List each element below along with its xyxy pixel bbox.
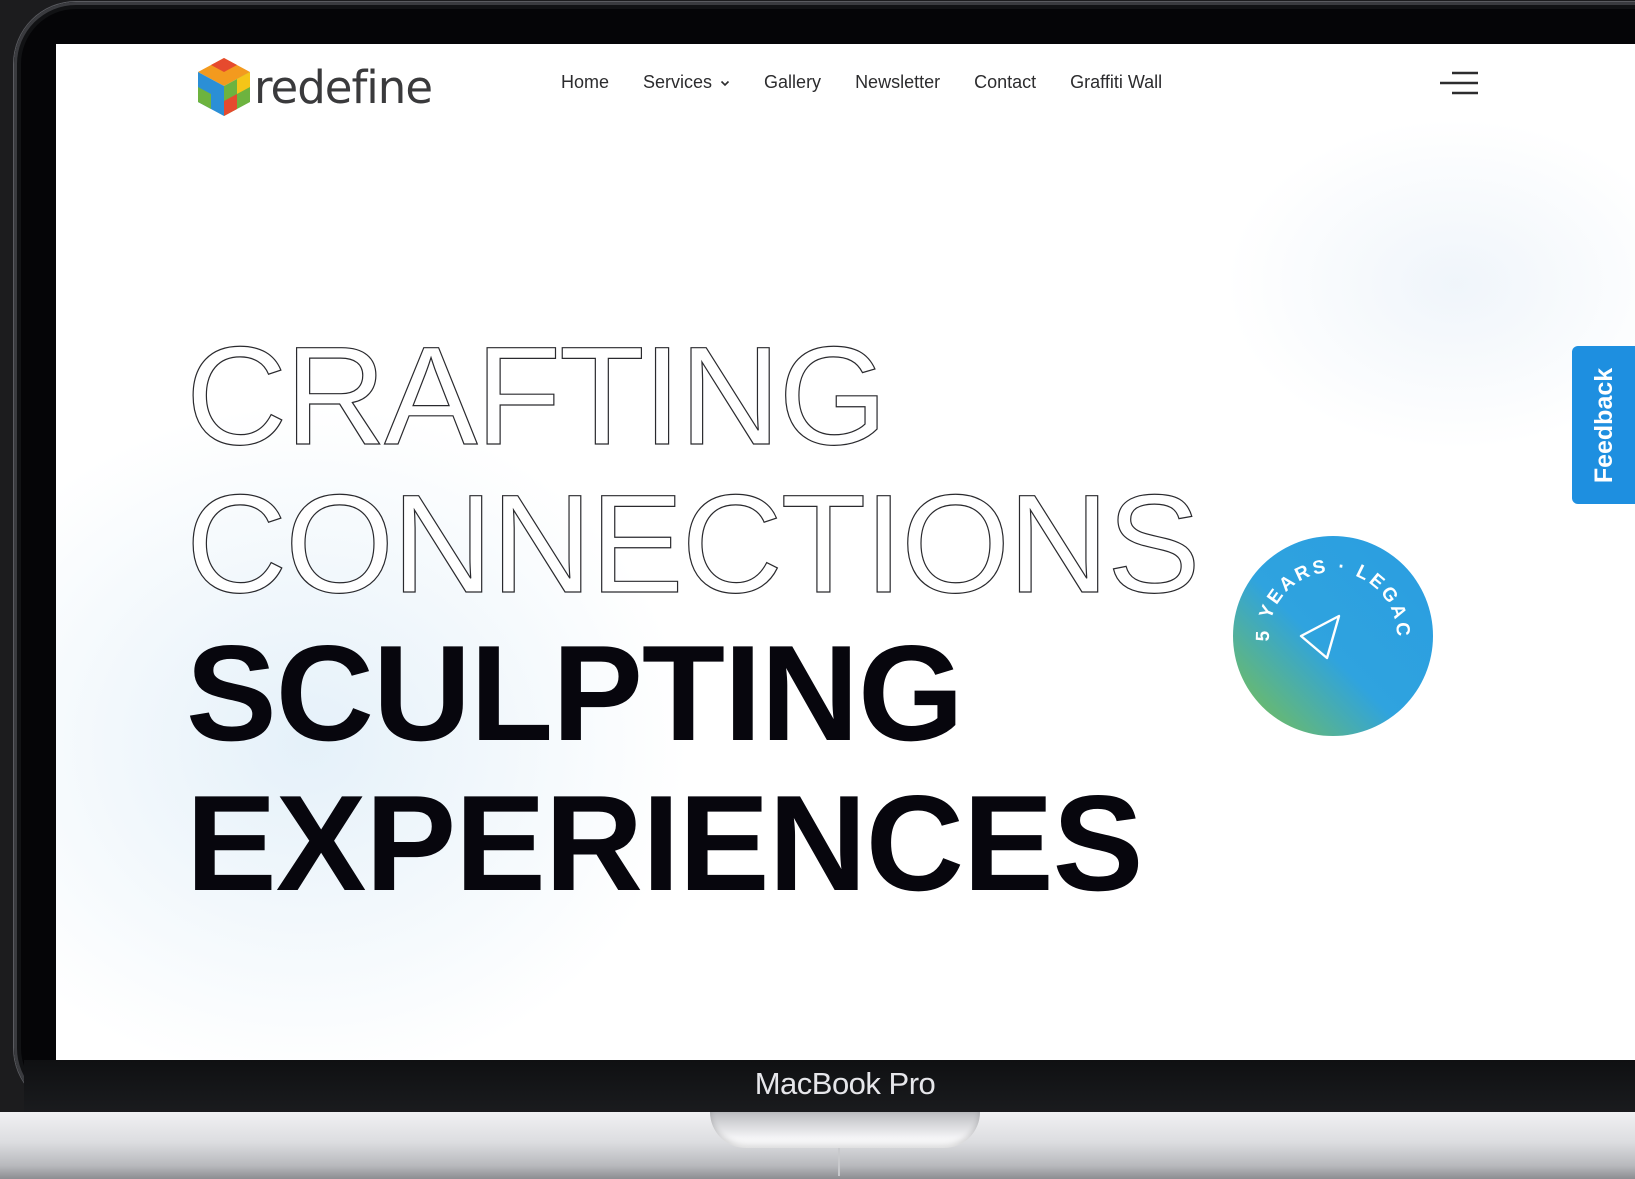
nav-gallery-label: Gallery bbox=[764, 72, 822, 92]
nav-contact[interactable]: Contact bbox=[974, 72, 1036, 93]
hamburger-menu-icon[interactable] bbox=[1438, 70, 1480, 96]
headline-solid-line-2: EXPERIENCES bbox=[186, 767, 1143, 919]
feedback-label: Feedback bbox=[1590, 367, 1618, 483]
site-logo[interactable]: redefine bbox=[194, 54, 433, 120]
headline-outline-line-1: CRAFTING bbox=[185, 317, 888, 474]
nav-gallery[interactable]: Gallery bbox=[764, 72, 821, 93]
chevron-down-icon bbox=[720, 80, 730, 86]
headline-solid-line-1: SCULPTING bbox=[186, 617, 964, 769]
laptop-model-label: MacBook Pro bbox=[754, 1066, 936, 1101]
nav-newsletter-label: Newsletter bbox=[855, 72, 941, 92]
nav-graffiti-wall[interactable]: Graffiti Wall bbox=[1070, 72, 1162, 93]
headline-outline-line-2: CONNECTIONS bbox=[185, 465, 1201, 622]
nav-services[interactable]: Services bbox=[643, 72, 730, 93]
logo-wordmark: redefine bbox=[254, 60, 433, 114]
nav-home-label: Home bbox=[561, 72, 610, 92]
nav-home[interactable]: Home bbox=[561, 72, 609, 93]
hero-headline: CRAFTING CONNECTIONS SCULPTING EXPERIENC… bbox=[185, 317, 1201, 919]
laptop-opening-notch bbox=[710, 1112, 980, 1148]
nav-contact-label: Contact bbox=[974, 72, 1037, 92]
nav-newsletter[interactable]: Newsletter bbox=[855, 72, 940, 93]
website-screen: redefine Home Services Gallery Newslette… bbox=[56, 44, 1635, 1060]
main-nav: Home Services Gallery Newsletter Contact… bbox=[561, 72, 1196, 93]
laptop-seam bbox=[838, 1148, 840, 1176]
feedback-tab[interactable]: Feedback bbox=[1572, 346, 1635, 504]
laptop-mockup: MacBook Pro redefine Home Services Galle… bbox=[0, 0, 1635, 1179]
nav-services-label: Services bbox=[643, 72, 713, 92]
years-legacy-badge[interactable]: 15 YEARS · LEGACY bbox=[1229, 532, 1437, 740]
nav-graffiti-wall-label: Graffiti Wall bbox=[1070, 72, 1163, 92]
cube-logo-icon bbox=[198, 58, 250, 116]
